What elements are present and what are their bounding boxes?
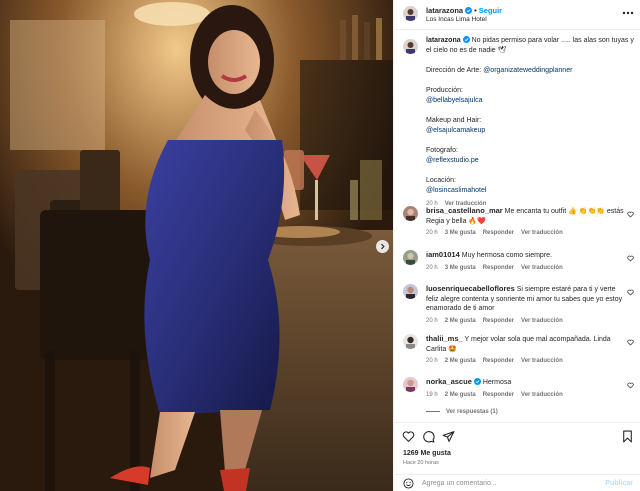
translate-link[interactable]: Ver traducción	[521, 392, 563, 398]
share-icon[interactable]	[442, 430, 455, 443]
comment-text: Muy hermosa como siempre.	[461, 252, 552, 259]
mention-link[interactable]: @elsajulcamakeup	[426, 126, 635, 136]
post-image[interactable]	[0, 0, 393, 491]
post-location[interactable]: Los Incas Lima Hotel	[426, 16, 487, 23]
next-photo-button[interactable]	[376, 240, 389, 253]
publish-button[interactable]: Publicar	[605, 480, 633, 487]
heart-icon[interactable]	[627, 211, 634, 218]
comment-time[interactable]: 20 h	[426, 318, 438, 324]
post-caption: latarazona No pidas permiso para volar .…	[403, 36, 635, 209]
post-actions: 1269 Me gusta Hace 20 horas Agrega un co…	[394, 422, 640, 491]
mention-link[interactable]: @organizateweddingplanner	[483, 67, 572, 74]
avatar[interactable]	[403, 6, 418, 21]
post-time: Hace 20 horas	[403, 460, 439, 466]
translate-link[interactable]: Ver traducción	[521, 265, 563, 271]
comment-likes[interactable]: 2 Me gusta	[445, 392, 476, 398]
comment-item: thalii_ms_ Y mejor volar sola que mal ac…	[403, 334, 635, 367]
likes-count[interactable]: 1269 Me gusta	[403, 450, 451, 457]
comment-time[interactable]: 20 h	[426, 358, 438, 364]
post-photo-illustration	[0, 0, 393, 491]
bookmark-icon[interactable]	[621, 430, 634, 443]
comment-item: brisa_castellano_mar Me encanta tu outfi…	[403, 206, 635, 239]
comment-likes[interactable]: 3 Me gusta	[445, 230, 476, 236]
chevron-right-icon	[381, 243, 385, 250]
caption-line: Fotografo:	[426, 147, 458, 154]
comment-item: iam01014 Muy hermosa como siempre. 20 h 3…	[403, 250, 635, 273]
reply-button[interactable]: Responder	[483, 230, 514, 236]
mention-link[interactable]: @bellabyelsajulca	[426, 96, 635, 106]
heart-icon[interactable]	[627, 289, 634, 296]
caption-username[interactable]: latarazona	[426, 37, 461, 44]
reply-button[interactable]: Responder	[483, 265, 514, 271]
comment-time[interactable]: 20 h	[426, 265, 438, 271]
comment-text: Hermosa	[482, 379, 512, 386]
heart-icon[interactable]	[627, 255, 634, 262]
heart-icon[interactable]	[402, 430, 415, 443]
add-comment-bar: Agrega un comentario... Publicar	[394, 474, 640, 491]
comment-item: norka_ascue Hermosa 19 h 2 Me gusta Respon…	[403, 377, 635, 400]
heart-icon[interactable]	[627, 382, 634, 389]
comment-icon[interactable]	[422, 430, 435, 443]
comment-likes[interactable]: 2 Me gusta	[445, 358, 476, 364]
comment-time[interactable]: 19 h	[426, 392, 438, 398]
translate-link[interactable]: Ver traducción	[521, 358, 563, 364]
comment-likes[interactable]: 2 Me gusta	[445, 318, 476, 324]
mention-link[interactable]: @losincaslimahotel	[426, 186, 635, 196]
author-line: latarazona • Seguir	[426, 6, 502, 15]
caption-line: Producción:	[426, 87, 463, 94]
comment-input[interactable]: Agrega un comentario...	[422, 480, 497, 487]
comment-username[interactable]: norka_ascue	[426, 377, 472, 386]
comment-username[interactable]: thalii_ms_	[426, 334, 463, 343]
view-replies-label: Ver respuestas (1)	[446, 409, 498, 415]
avatar[interactable]	[403, 284, 418, 299]
reply-button[interactable]: Responder	[483, 318, 514, 324]
verified-badge-icon	[473, 378, 481, 385]
comment-username[interactable]: brisa_castellano_mar	[426, 206, 503, 215]
reply-button[interactable]: Responder	[483, 358, 514, 364]
mention-link[interactable]: @reflexstudio.pe	[426, 156, 635, 166]
caption-line: Locación:	[426, 177, 456, 184]
replies-divider	[426, 410, 440, 412]
comment-likes[interactable]: 3 Me gusta	[445, 265, 476, 271]
heart-icon[interactable]	[627, 339, 634, 346]
verified-badge-icon	[462, 36, 470, 43]
post-side-panel: latarazona • Seguir Los Incas Lima Hotel l…	[393, 0, 640, 491]
post-header: latarazona • Seguir Los Incas Lima Hotel	[394, 0, 640, 30]
avatar[interactable]	[403, 377, 418, 392]
avatar[interactable]	[403, 206, 418, 221]
translate-link[interactable]: Ver traducción	[521, 318, 563, 324]
author-username[interactable]: latarazona	[426, 6, 463, 15]
verified-badge-icon	[465, 7, 473, 14]
separator-dot: •	[474, 6, 477, 15]
view-replies-button[interactable]: Ver respuestas (1)	[426, 409, 498, 415]
more-options-icon[interactable]	[622, 9, 634, 17]
avatar[interactable]	[403, 334, 418, 349]
caption-line: Dirección de Arte: @organizateweddingpla…	[426, 67, 573, 74]
comment-username[interactable]: luosenriquecabelloflores	[426, 284, 515, 293]
follow-button[interactable]: Seguir	[479, 6, 502, 15]
avatar[interactable]	[403, 39, 418, 54]
reply-button[interactable]: Responder	[483, 392, 514, 398]
comment-username[interactable]: iam01014	[426, 250, 460, 259]
avatar[interactable]	[403, 250, 418, 265]
caption-line: Makeup and Hair:	[426, 117, 482, 124]
comment-time[interactable]: 20 h	[426, 230, 438, 236]
translate-link[interactable]: Ver traducción	[521, 230, 563, 236]
comment-item: luosenriquecabelloflores Si siempre esta…	[403, 284, 635, 326]
emoji-icon[interactable]	[403, 478, 414, 489]
